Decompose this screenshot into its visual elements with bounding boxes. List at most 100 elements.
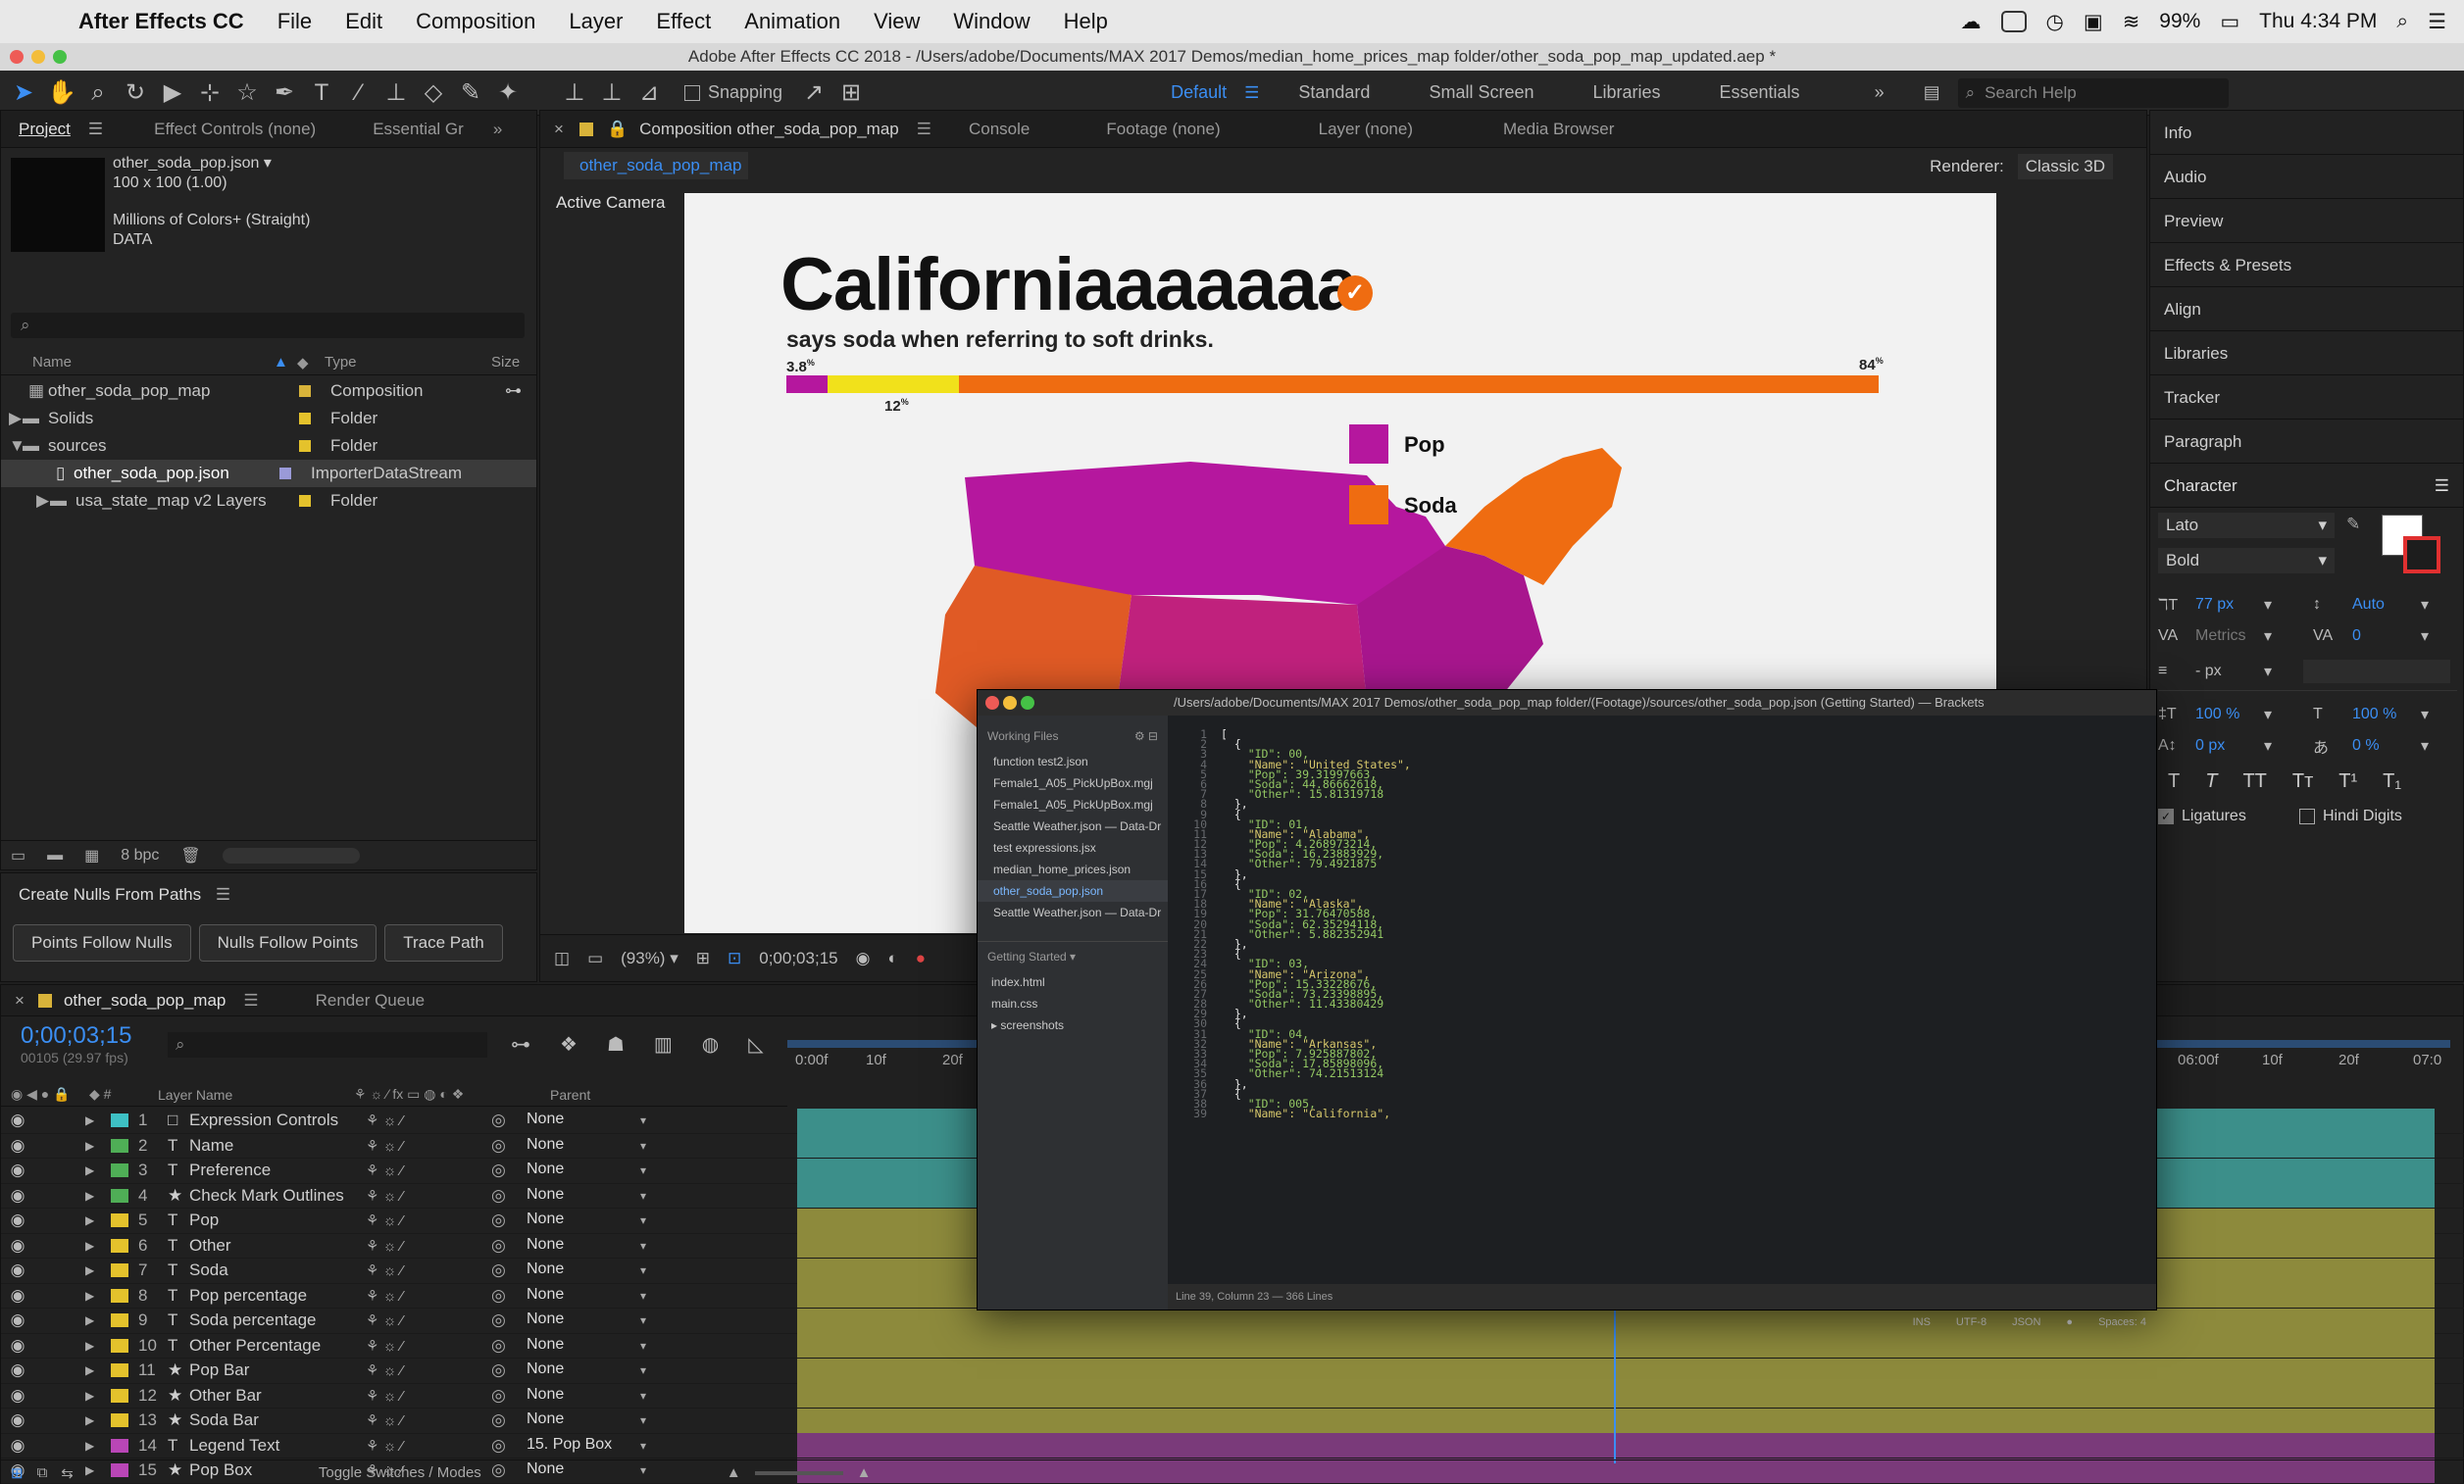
col-layer-name[interactable]: Layer Name — [158, 1087, 354, 1103]
layer-name[interactable]: Pop percentage — [189, 1286, 366, 1306]
leading-value[interactable]: Auto — [2352, 596, 2421, 614]
zoom-in-icon[interactable]: ▲ — [857, 1464, 872, 1481]
label-swatch[interactable] — [111, 1313, 128, 1328]
type-tool-icon[interactable]: T — [308, 79, 335, 107]
expand-arrow-icon[interactable]: ▶ — [85, 1313, 105, 1327]
camera-tool-icon[interactable]: ▶ — [159, 79, 186, 107]
faux-bold-icon[interactable]: T — [2168, 770, 2180, 793]
magnification-dropdown[interactable]: (93%) ▾ — [621, 949, 679, 968]
brackets-code-editor[interactable]: 1[2 {3 "ID": 00, 4 "Name": "United States… — [1168, 716, 2156, 1284]
expand-arrow-icon[interactable]: ▶ — [85, 1213, 105, 1227]
search-help-field[interactable]: ⌕ Search Help — [1957, 77, 2229, 108]
notification-center-icon[interactable]: ☰ — [2428, 10, 2446, 34]
horizontal-scale-value[interactable]: 100 % — [2352, 706, 2421, 723]
pick-whip-icon[interactable]: ◎ — [491, 1436, 523, 1456]
collapse-arrow-icon[interactable]: ▼ — [9, 436, 25, 456]
menu-composition[interactable]: Composition — [416, 9, 535, 34]
insert-mode[interactable]: INS — [1913, 1310, 1931, 1335]
parent-dropdown[interactable]: None — [523, 1286, 640, 1306]
snap-grid-icon[interactable]: ⊞ — [837, 79, 865, 107]
transparency-grid-icon[interactable]: ⊡ — [728, 949, 741, 968]
horizontal-scale-arrow-icon[interactable]: ▾ — [2421, 705, 2429, 724]
parent-dropdown[interactable]: None — [523, 1136, 640, 1156]
chevron-down-icon[interactable]: ▾ — [640, 1413, 646, 1427]
label-column-icon[interactable]: ◆ # — [89, 1086, 158, 1103]
flowchart-icon[interactable]: ⊶ — [505, 381, 522, 401]
selection-tool-icon[interactable]: ➤ — [10, 79, 37, 107]
col-name[interactable]: Name — [32, 354, 274, 371]
label-swatch[interactable] — [111, 1238, 128, 1253]
menu-help[interactable]: Help — [1064, 9, 1108, 34]
battery-percent[interactable]: 99% — [2159, 10, 2200, 33]
layer-name[interactable]: Name — [189, 1136, 366, 1156]
col-size[interactable]: Size — [491, 354, 520, 371]
snap-feature-icon[interactable]: ↗ — [800, 79, 828, 107]
character-panel-header[interactable]: Character ☰ — [2150, 464, 2463, 508]
tab-render-queue[interactable]: Render Queue — [298, 991, 443, 1011]
chevron-down-icon[interactable]: ▾ — [640, 1239, 646, 1253]
stroke-width-arrow-icon[interactable]: ▾ — [2264, 662, 2303, 681]
new-composition-icon[interactable]: ▦ — [84, 846, 99, 866]
visibility-eye-icon[interactable]: ◉ — [9, 1186, 26, 1206]
shape-tool-icon[interactable]: ☆ — [233, 79, 261, 107]
faux-italic-icon[interactable]: T — [2205, 770, 2217, 793]
layer-switches[interactable]: ⚘ ☼ ⁄ — [366, 1437, 491, 1455]
color-channels-icon[interactable]: ● — [916, 949, 926, 968]
visibility-eye-icon[interactable]: ◉ — [9, 1136, 26, 1156]
chevron-down-icon[interactable]: ▾ — [640, 1263, 646, 1277]
workspace-small-screen[interactable]: Small Screen — [1429, 82, 1534, 103]
pick-whip-icon[interactable]: ◎ — [491, 1311, 523, 1330]
parent-dropdown[interactable]: None — [523, 1336, 640, 1356]
layer-duration-bar[interactable] — [797, 1433, 2435, 1459]
expand-arrow-icon[interactable]: ▶ — [85, 1113, 105, 1127]
parent-dropdown[interactable]: None — [523, 1410, 640, 1430]
roto-brush-tool-icon[interactable]: ✎ — [457, 79, 484, 107]
layer-row[interactable]: ◉ ▶ 10 T Other Percentage ⚘ ☼ ⁄ ◎ None ▾ — [1, 1333, 2464, 1359]
chevron-down-icon[interactable]: ▾ — [640, 1339, 646, 1353]
battery-icon[interactable]: ▭ — [2220, 10, 2239, 34]
indent-setting[interactable]: Spaces: 4 — [2098, 1310, 2146, 1335]
expand-arrow-icon[interactable]: ▶ — [85, 1163, 105, 1177]
pick-whip-icon[interactable]: ◎ — [491, 1111, 523, 1130]
layer-name[interactable]: Check Mark Outlines — [189, 1186, 366, 1206]
parent-dropdown[interactable]: None — [523, 1311, 640, 1330]
label-swatch[interactable] — [299, 440, 311, 452]
tab-layer[interactable]: Layer (none) — [1301, 120, 1431, 139]
snapping-checkbox[interactable] — [684, 84, 700, 101]
pick-whip-icon[interactable]: ◎ — [491, 1261, 523, 1280]
screen-icon[interactable]: ▣ — [2084, 10, 2103, 34]
clock[interactable]: Thu 4:34 PM — [2259, 10, 2377, 33]
effects-presets-panel-header[interactable]: Effects & Presets — [2150, 243, 2463, 287]
layer-switches[interactable]: ⚘ ☼ ⁄ — [366, 1112, 491, 1129]
visibility-eye-icon[interactable]: ◉ — [9, 1111, 26, 1130]
libraries-panel-header[interactable]: Libraries — [2150, 331, 2463, 375]
expand-arrow-icon[interactable]: ▶ — [85, 1239, 105, 1253]
parent-dropdown[interactable]: 15. Pop Box — [523, 1436, 640, 1456]
layer-duration-bar[interactable] — [797, 1308, 2435, 1333]
local-axis-icon[interactable]: ⊥ — [561, 79, 588, 107]
draft-3d-icon[interactable]: ❖ — [560, 1032, 578, 1057]
ligatures-checkbox[interactable]: ✓ — [2158, 809, 2174, 824]
subscript-icon[interactable]: T₁ — [2383, 770, 2401, 793]
panel-menu-icon[interactable]: ☰ — [243, 991, 258, 1011]
close-tab-icon[interactable]: × — [15, 991, 25, 1011]
layer-name[interactable]: Preference — [189, 1161, 366, 1180]
label-swatch[interactable] — [111, 1138, 128, 1153]
working-file-item[interactable]: median_home_prices.json — [978, 859, 1168, 880]
label-swatch[interactable] — [111, 1413, 128, 1428]
expand-arrow-icon[interactable]: ▶ — [85, 1389, 105, 1403]
comp-breadcrumb[interactable]: other_soda_pop_map — [564, 152, 748, 179]
chevron-down-icon[interactable]: ▾ — [640, 1313, 646, 1327]
sort-ascending-icon[interactable]: ▲ — [274, 354, 297, 371]
expand-arrow-icon[interactable]: ▶ — [85, 1413, 105, 1427]
region-of-interest-icon[interactable]: ⊞ — [696, 949, 710, 968]
settings-gear-icon[interactable]: ⚙ ⊟ — [1134, 729, 1158, 743]
chevron-down-icon[interactable]: ▾ — [640, 1139, 646, 1153]
tab-effect-controls[interactable]: Effect Controls (none) — [136, 120, 333, 139]
view-axis-icon[interactable]: ⊿ — [635, 79, 663, 107]
label-swatch[interactable] — [111, 1163, 128, 1178]
pick-whip-icon[interactable]: ◎ — [491, 1386, 523, 1406]
visibility-eye-icon[interactable]: ◉ — [9, 1286, 26, 1306]
project-file-item[interactable]: ▸ screenshots — [978, 1014, 1168, 1036]
tab-console[interactable]: Console — [951, 120, 1047, 139]
